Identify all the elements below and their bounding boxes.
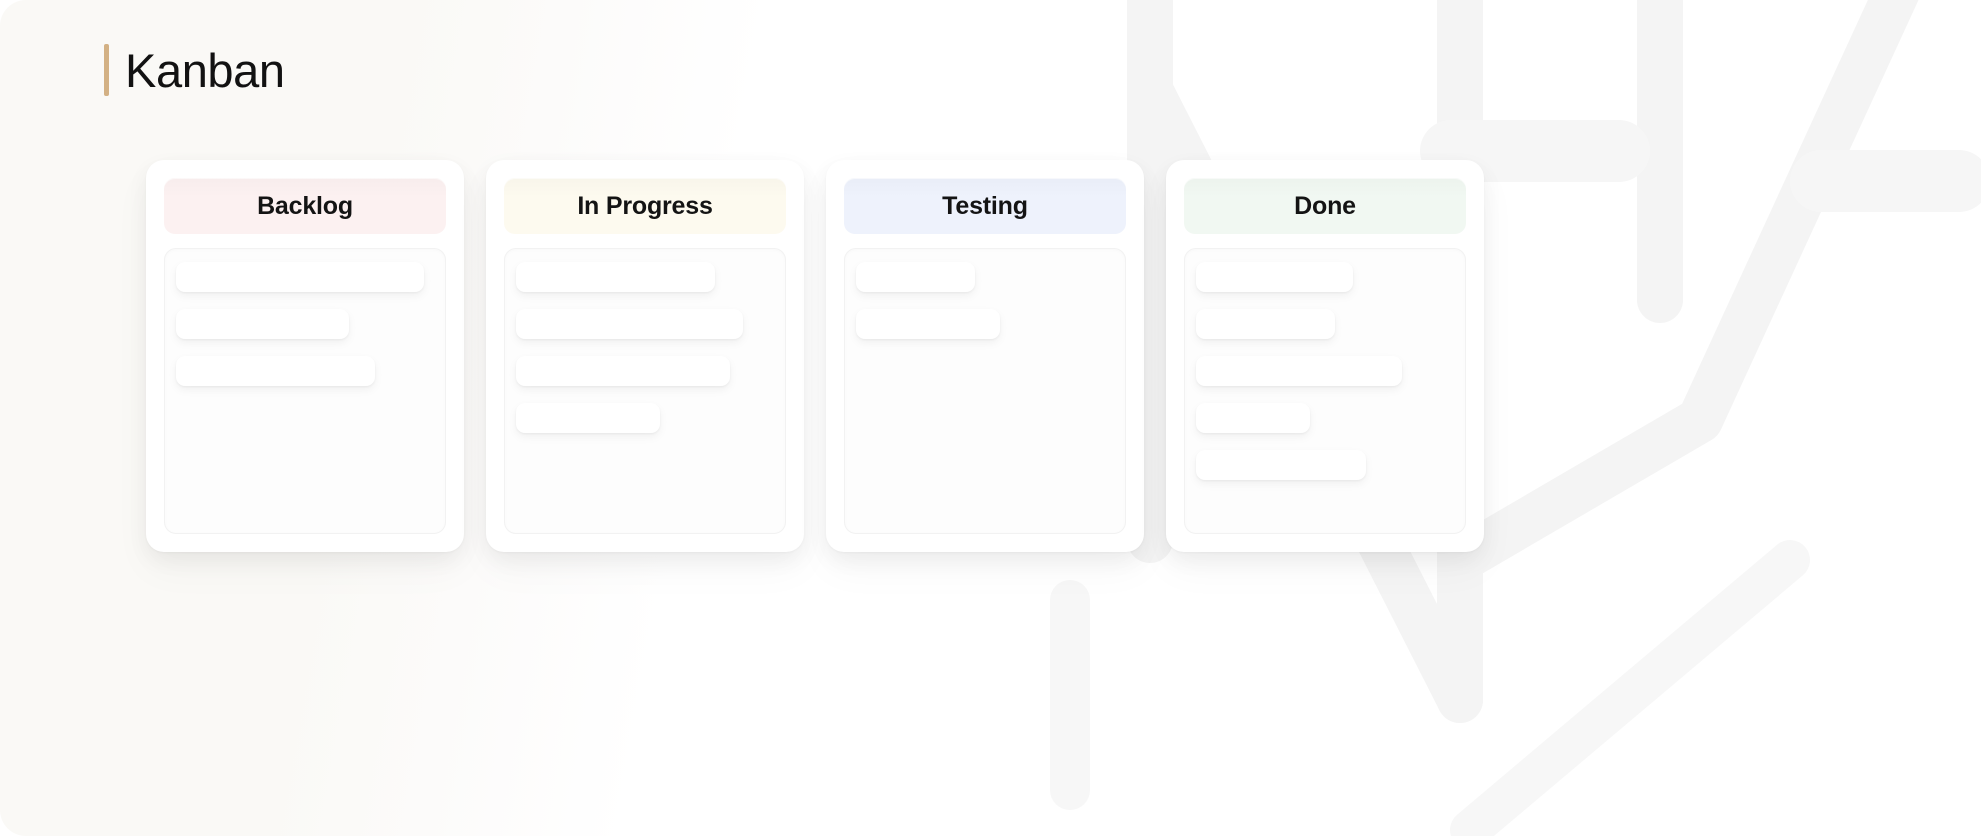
column-title-in-progress: In Progress [577, 191, 713, 220]
column-title-testing: Testing [942, 191, 1028, 220]
card-area-in-progress[interactable] [504, 248, 786, 534]
column-backlog[interactable]: Backlog [146, 160, 464, 552]
column-header-done: Done [1184, 178, 1466, 234]
task-card[interactable] [516, 356, 731, 386]
task-card[interactable] [176, 356, 375, 386]
column-header-testing: Testing [844, 178, 1126, 234]
task-card[interactable] [1196, 262, 1354, 292]
task-card[interactable] [856, 309, 1001, 339]
task-card[interactable] [856, 262, 975, 292]
column-header-backlog: Backlog [164, 178, 446, 234]
task-card[interactable] [1196, 450, 1367, 480]
column-title-backlog: Backlog [257, 191, 353, 220]
kanban-page: Kanban Backlog In Progress Testing Done [0, 0, 1981, 836]
card-area-done[interactable] [1184, 248, 1466, 534]
task-card[interactable] [176, 262, 424, 292]
column-done[interactable]: Done [1166, 160, 1484, 552]
task-card[interactable] [1196, 356, 1403, 386]
card-area-backlog[interactable] [164, 248, 446, 534]
card-area-testing[interactable] [844, 248, 1126, 534]
task-card[interactable] [516, 262, 715, 292]
column-in-progress[interactable]: In Progress [486, 160, 804, 552]
page-title: Kanban [125, 43, 285, 97]
title-accent-bar [104, 44, 109, 96]
task-card[interactable] [1196, 403, 1310, 433]
task-card[interactable] [176, 309, 349, 339]
task-card[interactable] [516, 403, 661, 433]
column-title-done: Done [1294, 191, 1356, 220]
kanban-board: Backlog In Progress Testing Done [146, 160, 1484, 552]
page-title-row: Kanban [104, 44, 285, 96]
task-card[interactable] [516, 309, 744, 339]
task-card[interactable] [1196, 309, 1336, 339]
column-header-in-progress: In Progress [504, 178, 786, 234]
column-testing[interactable]: Testing [826, 160, 1144, 552]
